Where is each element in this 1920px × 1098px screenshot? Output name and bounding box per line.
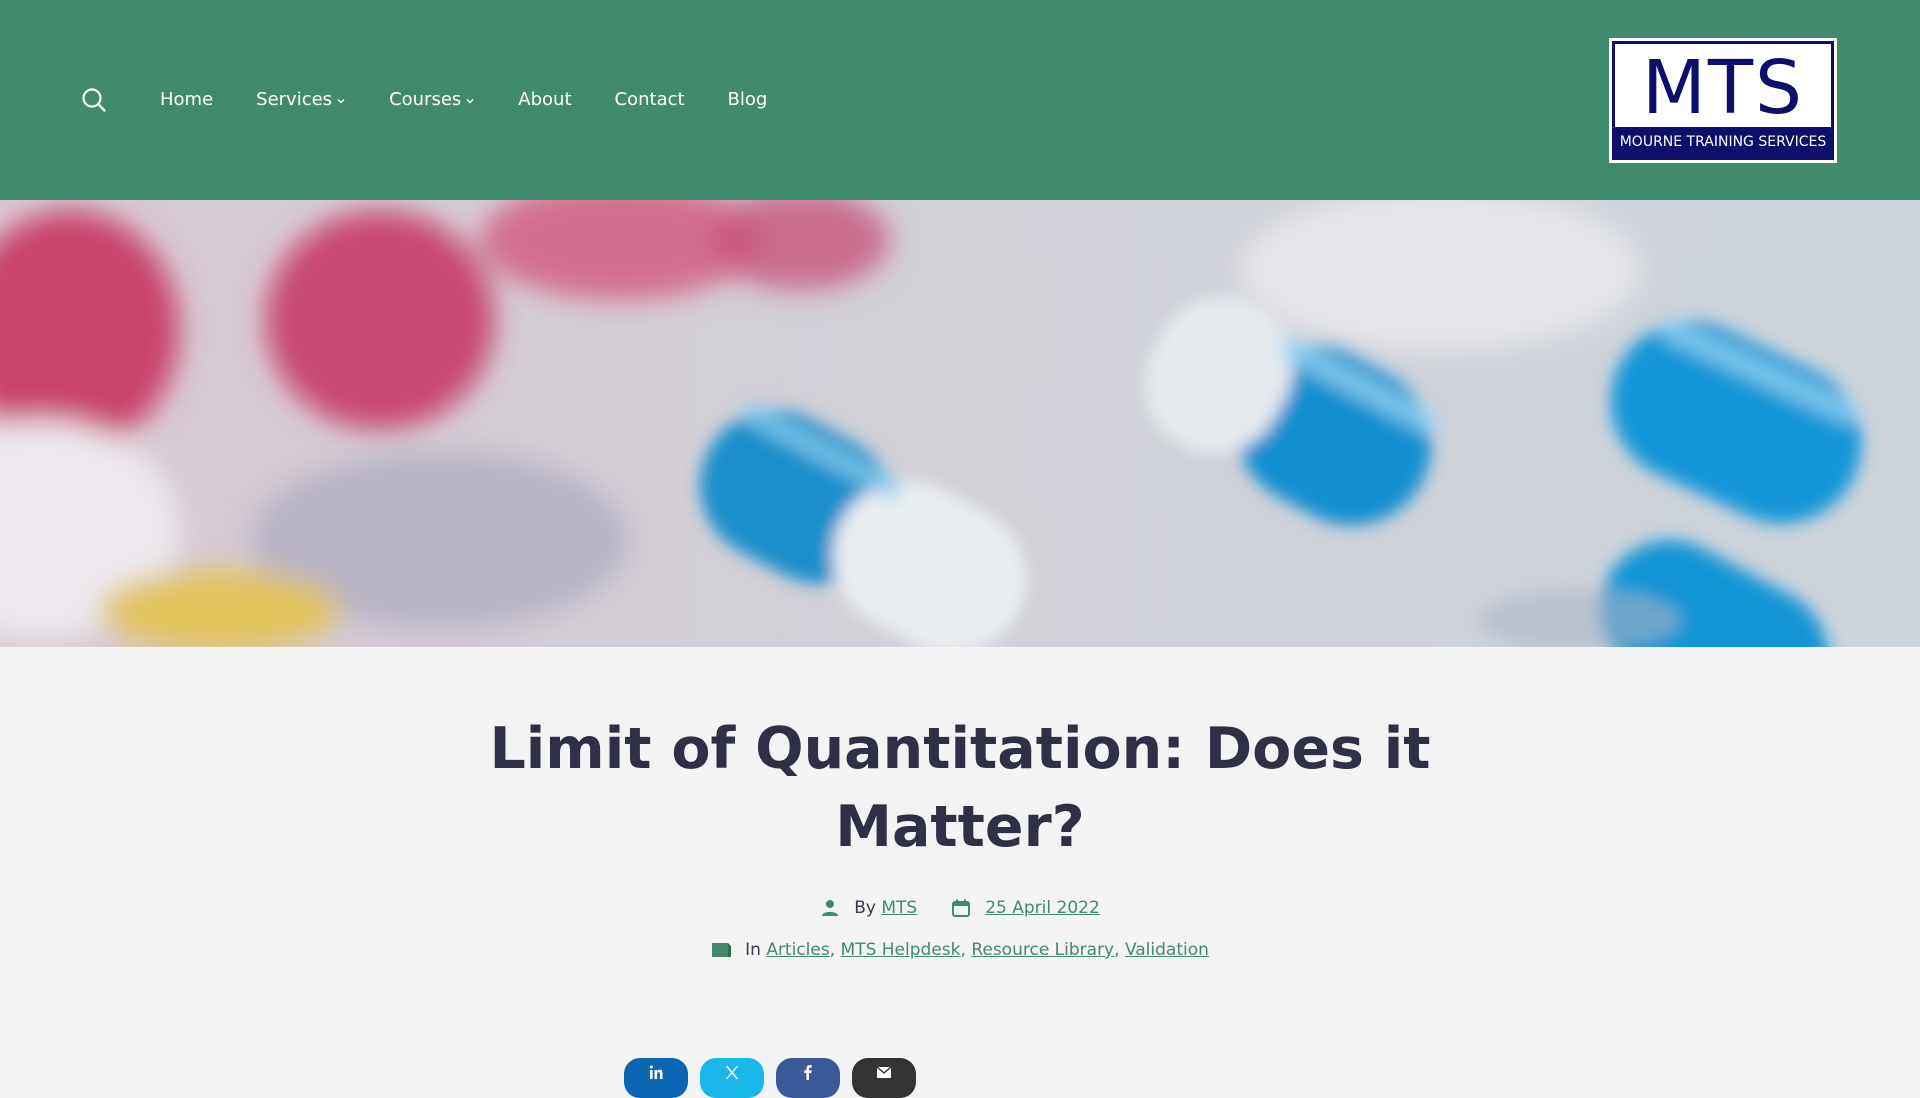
categories-group: In Articles, MTS Helpdesk, Resource Libr… [711,940,1209,960]
category-link[interactable]: Validation [1125,940,1209,960]
nav-services-label: Services [256,88,333,110]
logo-subtitle: MOURNE TRAINING SERVICES [1615,127,1831,157]
nav-blog[interactable]: Blog [728,86,768,112]
share-email-button[interactable] [852,1058,916,1098]
article-title: Limit of Quantitation: Does it Matter? [489,716,1431,860]
logo-mark: MTS [1641,45,1805,131]
nav-blog-label: Blog [727,88,768,110]
comma-separator: , [1114,940,1120,960]
person-icon [822,900,839,916]
share-x-button[interactable] [700,1058,764,1098]
facebook-icon [804,1065,812,1080]
author-link[interactable]: MTS [881,898,917,918]
search-button[interactable] [80,86,108,114]
folder-icon [712,943,732,957]
nav-home-label: Home [160,88,214,110]
category-link[interactable]: Articles [766,940,829,960]
nav-contact[interactable]: Contact [615,86,685,112]
nav-courses-label: Courses [389,88,462,110]
linkedin-icon [649,1065,663,1079]
main-nav: Home Services Courses About Contact Blog [160,86,810,112]
nav-services[interactable]: Services [256,86,346,112]
calendar-icon [952,899,971,917]
post-author: By MTS [820,898,917,918]
categories-prefix: In [745,940,761,960]
post-meta: By MTS 25 April 2022 [0,898,1920,918]
email-icon [876,1066,892,1078]
share-buttons [624,1058,916,1098]
share-linkedin-button[interactable] [624,1058,688,1098]
nav-courses[interactable]: Courses [389,86,475,112]
logo-frame: MTS MOURNE TRAINING SERVICES [1612,41,1834,160]
nav-home[interactable]: Home [160,86,213,112]
site-header: Home Services Courses About Contact Blog… [0,0,1920,200]
site-logo[interactable]: MTS MOURNE TRAINING SERVICES [1609,38,1837,163]
search-icon [82,88,106,112]
date-link[interactable]: 25 April 2022 [985,898,1100,918]
comma-separator: , [960,940,966,960]
chevron-down-icon [466,99,474,104]
category-link[interactable]: Resource Library [971,940,1114,960]
author-prefix: By [854,898,876,918]
chevron-down-icon [337,99,345,104]
x-twitter-icon [725,1065,739,1080]
nav-contact-label: Contact [614,88,685,110]
comma-separator: , [829,940,836,960]
post-date: 25 April 2022 [951,898,1100,918]
category-link[interactable]: MTS Helpdesk [841,940,961,960]
share-facebook-button[interactable] [776,1058,840,1098]
nav-about-label: About [518,88,572,110]
post-categories: In Articles, MTS Helpdesk, Resource Libr… [0,940,1920,960]
capsules-photo [0,200,1920,647]
nav-about[interactable]: About [518,86,571,112]
hero-image [0,200,1920,647]
